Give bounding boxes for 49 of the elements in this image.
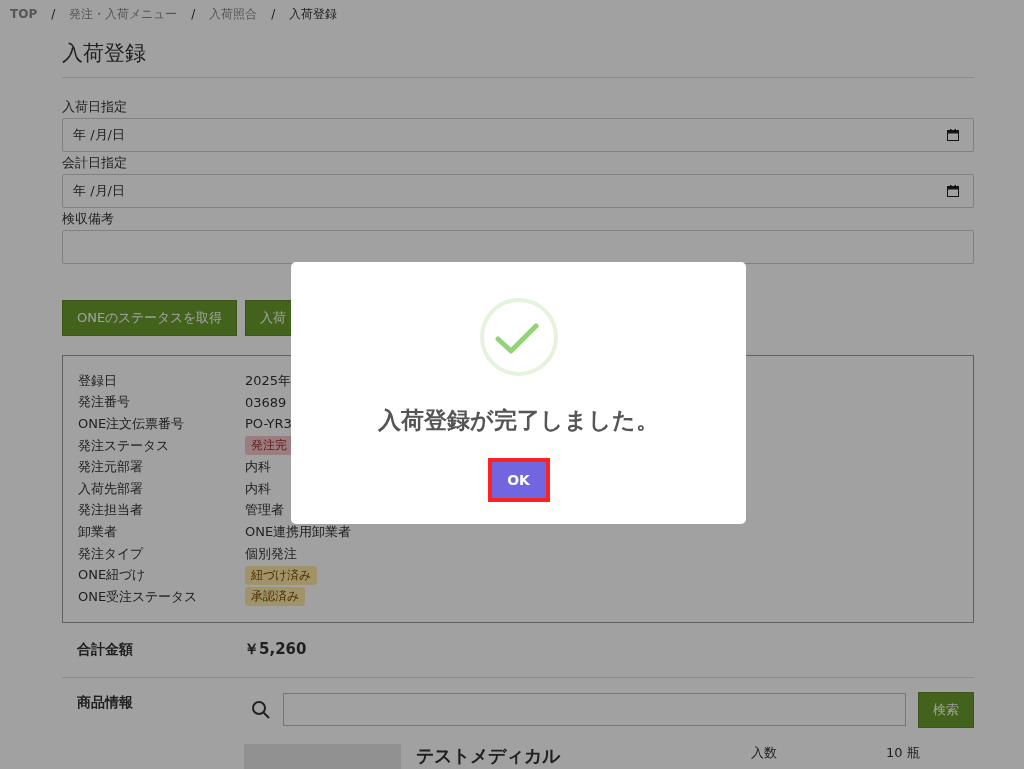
detail-value: 03689 [245,394,287,410]
checkmark-icon [478,297,559,377]
dialog-message: 入荷登録が完了しました。 [378,406,659,435]
detail-label: 入荷先部署 [78,479,144,498]
detail-label: ONE受注ステータス [78,587,199,606]
detail-value: 個別発注 [245,544,297,563]
calendar-icon [947,129,959,141]
detail-value: 2025年 [245,371,292,390]
breadcrumb-link[interactable]: 発注・入荷メニュー [69,5,178,23]
page-title: 入荷登録 [62,39,974,78]
date-field[interactable]: 年 /月/日 [62,174,974,208]
breadcrumb-current: 入荷登録 [289,5,338,23]
detail-value: 管理者 [245,501,284,520]
spec-value: 10 瓶 [886,743,920,762]
detail-label: ONE紐づけ [78,566,147,585]
breadcrumb-separator: / [271,7,276,21]
detail-value: 内科 [245,479,271,498]
section-label: 商品情報 [77,693,134,712]
search-icon [251,699,271,720]
breadcrumb-separator: / [191,7,196,21]
detail-value: 内科 [245,458,271,477]
breadcrumb-link[interactable]: TOP [10,7,38,21]
field-label: 入荷日指定 [62,98,128,116]
search-field[interactable] [283,693,906,727]
breadcrumb-separator: / [51,7,56,21]
total-amount: ￥5,260 [244,640,307,660]
detail-label: 発注タイプ [78,544,145,563]
status-tag: 紐づけ済み [245,565,317,585]
detail-label: 発注元部署 [78,458,144,477]
detail-value: ONE連携用卸業者 [245,522,352,541]
field-label: 会計日指定 [62,154,128,172]
calendar-icon [947,185,959,197]
detail-label: ONE注文伝票番号 [78,415,186,433]
detail-label: 発注番号 [78,393,131,412]
status-tag: 発注完 [245,436,293,456]
spec-label: 入数 [751,743,778,762]
total-label: 合計金額 [77,640,134,659]
search-button[interactable]: 検索 [918,691,974,728]
product-name: テストメディカル [416,743,562,768]
breadcrumb-link[interactable]: 入荷照合 [209,5,258,23]
status-tag: 承認済み [245,587,305,607]
detail-label: 登録日 [78,371,118,390]
detail-value: PO-YR3 [245,416,292,432]
action-button[interactable]: ONEのステータスを取得 [62,300,238,336]
detail-label: 卸業者 [78,522,118,541]
detail-label: 発注ステータス [78,436,170,455]
date-field[interactable]: 年 /月/日 [62,118,974,152]
field-label: 検収備考 [62,210,115,228]
detail-label: 発注担当者 [78,501,144,520]
